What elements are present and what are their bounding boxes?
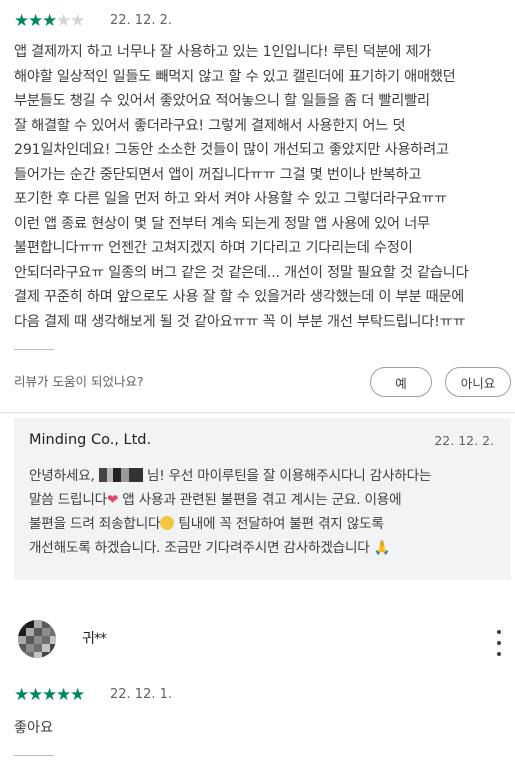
folded-hands-icon: 🙏 <box>373 540 391 556</box>
reply-text-part: 말씀 드립니다 <box>29 492 107 508</box>
review1-divider <box>14 349 54 350</box>
reply-text-part: 앱 사용과 관련된 불편을 겪고 계시는 군요. 이용에 <box>118 492 402 508</box>
review1-date: 22. 12. 2. <box>110 13 173 28</box>
helpful-no-button[interactable]: 아니요 <box>445 367 511 397</box>
star-icon: ★ <box>14 11 30 31</box>
star-icon: ★ <box>14 685 30 705</box>
avatar <box>18 620 56 658</box>
review1-body: 앱 결제까지 하고 너무나 잘 사용하고 있는 1인입니다! 루틴 덕분에 제가… <box>14 44 469 330</box>
heart-icon: ❤ <box>106 492 119 508</box>
more-vert-icon[interactable] <box>489 630 509 656</box>
section-separator <box>0 412 515 413</box>
star-icon: ★ <box>70 11 86 31</box>
sad-face-icon <box>160 516 175 530</box>
redacted-name <box>98 468 143 482</box>
star-icon: ★ <box>56 11 72 31</box>
star-icon: ★ <box>42 11 58 31</box>
review2-body: 좋아요 <box>14 720 54 736</box>
star-icon: ★ <box>28 11 44 31</box>
review1-rating-stars: ★ ★ ★ ★ ★ <box>14 11 86 31</box>
reviewer-name: 귀** <box>82 631 107 647</box>
reply-text-part: 불편을 드려 죄송합니다 <box>29 516 161 532</box>
star-icon: ★ <box>42 685 58 705</box>
helpful-yes-button[interactable]: 예 <box>370 367 432 397</box>
helpful-question: 리뷰가 도움이 되었나요? <box>14 374 144 389</box>
star-icon: ★ <box>70 685 86 705</box>
review2-rating-stars: ★ ★ ★ ★ ★ <box>14 685 86 705</box>
star-icon: ★ <box>28 685 44 705</box>
reply-text-part: 개선해도록 하겠습니다. 조금만 기다려주시면 감사하겠습니다 <box>29 540 374 556</box>
reply-text: 안녕하세요, 님! 우선 마이루틴을 잘 이용해주시다니 감사하다는 말씀 드립… <box>29 464 499 560</box>
developer-reply: Minding Co., Ltd. 22. 12. 2. 안녕하세요, 님! 우… <box>14 418 511 580</box>
developer-name: Minding Co., Ltd. <box>29 432 152 448</box>
reply-text-part: 팀내에 꼭 전달하여 불편 겪지 않도록 <box>174 516 384 532</box>
review2-divider <box>14 755 54 756</box>
reply-text-part: 님! 우선 마이루틴을 잘 이용해주시다니 감사하다는 <box>142 468 432 484</box>
reply-date: 22. 12. 2. <box>434 433 494 448</box>
star-icon: ★ <box>56 685 72 705</box>
review2-date: 22. 12. 1. <box>110 687 173 702</box>
reply-text-part: 안녕하세요, <box>29 468 99 484</box>
